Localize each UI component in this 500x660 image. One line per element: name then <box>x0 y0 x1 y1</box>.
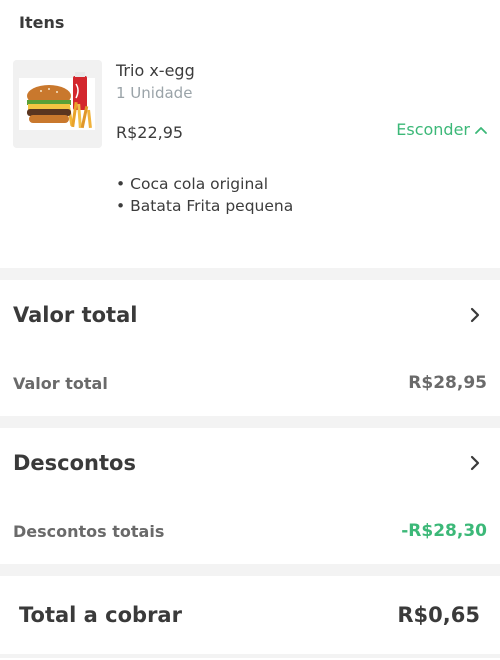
product-image <box>13 60 102 148</box>
product-quantity: 1 Unidade <box>116 84 193 102</box>
product-name: Trio x-egg <box>116 61 195 80</box>
total-a-cobrar-value: R$0,65 <box>397 603 480 627</box>
valor-total-section: Valor total Valor total R$28,95 <box>0 280 500 416</box>
hide-details-button[interactable]: Esconder <box>396 120 488 139</box>
addons-list: Coca cola original Batata Frita pequena <box>116 173 293 217</box>
section-divider <box>0 268 500 280</box>
descontos-row: Descontos totais -R$28,30 <box>0 498 500 564</box>
descontos-totais-value: -R$28,30 <box>401 521 487 541</box>
items-title: Itens <box>19 13 65 32</box>
addon-item: Batata Frita pequena <box>116 195 293 217</box>
section-divider <box>0 416 500 428</box>
descontos-section: Descontos Descontos totais -R$28,30 <box>0 428 500 564</box>
descontos-header[interactable]: Descontos <box>0 428 500 498</box>
total-a-cobrar-bar: Total a cobrar R$0,65 <box>0 576 500 654</box>
valor-total-value: R$28,95 <box>408 373 487 393</box>
addon-item: Coca cola original <box>116 173 293 195</box>
chevron-right-icon <box>470 307 480 323</box>
product-price: R$22,95 <box>116 123 184 142</box>
chevron-up-icon <box>475 126 487 134</box>
valor-total-title: Valor total <box>13 303 138 327</box>
bottom-divider <box>0 654 500 658</box>
total-a-cobrar-label: Total a cobrar <box>19 603 182 627</box>
descontos-title: Descontos <box>13 451 136 475</box>
valor-total-row: Valor total R$28,95 <box>0 350 500 416</box>
valor-total-header[interactable]: Valor total <box>0 280 500 350</box>
descontos-totais-label: Descontos totais <box>13 521 165 541</box>
items-section: Itens Trio x-egg 1 Unidade R$22,95 Escon… <box>0 0 500 268</box>
valor-total-label: Valor total <box>13 373 108 393</box>
hide-details-label: Esconder <box>396 120 470 139</box>
chevron-right-icon <box>470 455 480 471</box>
section-divider <box>0 564 500 576</box>
